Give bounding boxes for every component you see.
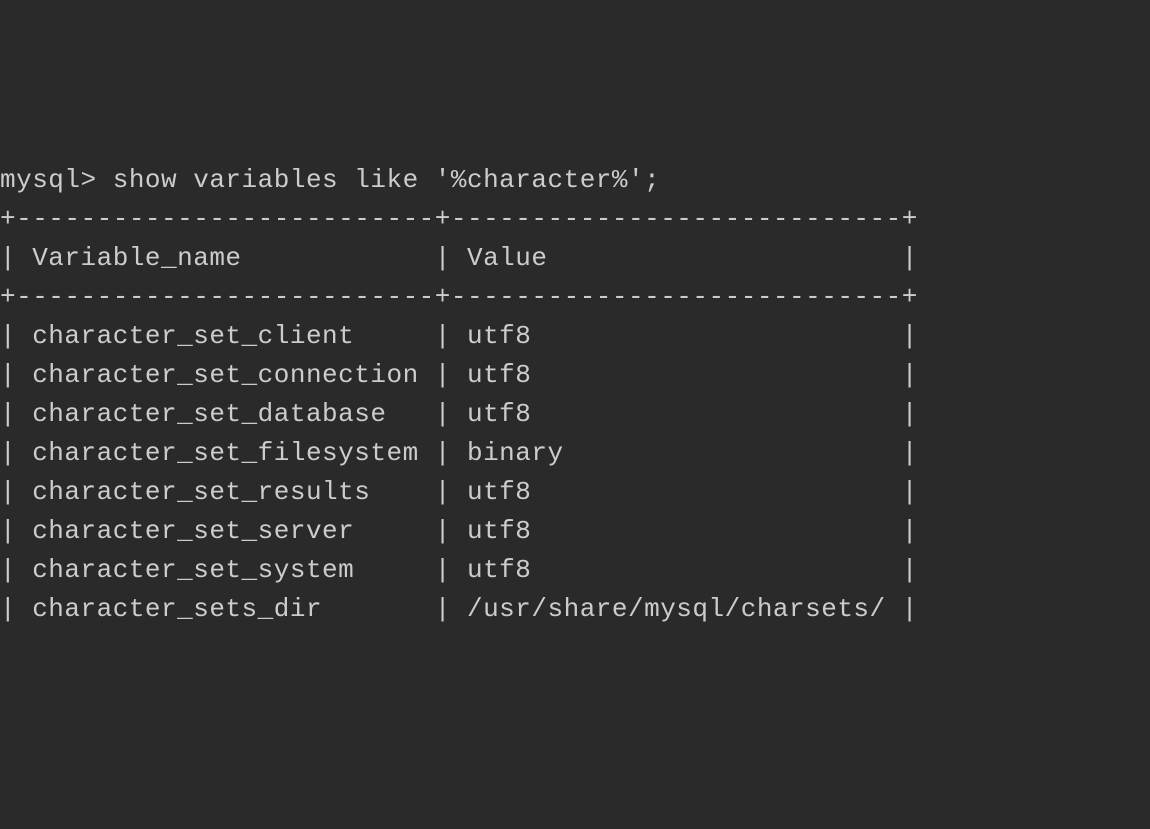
mysql-prompt: mysql> bbox=[0, 165, 113, 195]
table-row: | character_set_connection | utf8 | bbox=[0, 360, 918, 390]
table-row: | character_set_system | utf8 | bbox=[0, 555, 918, 585]
table-row: | character_sets_dir | /usr/share/mysql/… bbox=[0, 594, 918, 624]
table-row: | character_set_results | utf8 | bbox=[0, 477, 918, 507]
table-row: | character_set_filesystem | binary | bbox=[0, 438, 918, 468]
table-row: | character_set_database | utf8 | bbox=[0, 399, 918, 429]
table-border-top: +--------------------------+------------… bbox=[0, 204, 918, 234]
table-border-mid: +--------------------------+------------… bbox=[0, 282, 918, 312]
table-row: | character_set_client | utf8 | bbox=[0, 321, 918, 351]
table-header-row: | Variable_name | Value | bbox=[0, 243, 918, 273]
terminal-output: mysql> show variables like '%character%'… bbox=[0, 161, 1150, 629]
sql-command: show variables like '%character%'; bbox=[113, 165, 661, 195]
table-row: | character_set_server | utf8 | bbox=[0, 516, 918, 546]
